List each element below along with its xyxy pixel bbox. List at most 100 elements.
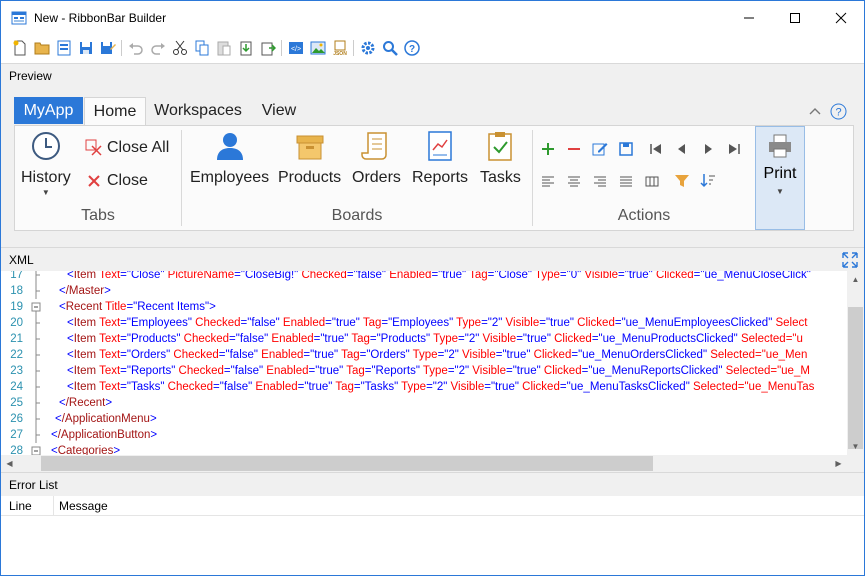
cut-icon[interactable] [170, 38, 189, 58]
fold-toggle-icon[interactable] [29, 443, 43, 455]
ribbon-help-icon[interactable]: ? [829, 102, 847, 120]
previous-record-icon[interactable] [673, 140, 691, 158]
xml-line[interactable]: 25 </Recent> [1, 395, 847, 411]
group-actions: Actions [533, 126, 755, 230]
line-number: 23 [10, 365, 23, 377]
xml-code: <Item Text="Employees" Checked="false" E… [67, 317, 808, 329]
align-center-icon[interactable] [565, 172, 583, 190]
last-record-icon[interactable] [725, 140, 743, 158]
horizontal-scrollbar[interactable]: ◀ ▶ [1, 455, 847, 472]
minimize-button[interactable] [726, 1, 772, 35]
print-button[interactable]: Print ▼ [755, 126, 805, 230]
svg-text:</>: </> [290, 46, 300, 53]
print-label: Print [763, 165, 797, 182]
redo-icon[interactable] [148, 38, 167, 58]
scroll-right-icon[interactable]: ▶ [830, 455, 847, 472]
copy-icon[interactable] [192, 38, 211, 58]
tab-view[interactable]: View [252, 97, 306, 125]
xml-line[interactable]: 22 <Item Text="Orders" Checked="false" En… [1, 347, 847, 363]
open-template-icon[interactable] [54, 38, 73, 58]
scroll-down-icon[interactable]: ▼ [847, 438, 864, 455]
products-button[interactable]: Products [278, 130, 341, 187]
search-icon[interactable] [380, 38, 399, 58]
fold-guide [29, 347, 43, 363]
fold-toggle-icon[interactable] [29, 299, 43, 315]
import-icon[interactable] [236, 38, 255, 58]
xml-line[interactable]: 27 </ApplicationButton> [1, 427, 847, 443]
scroll-up-icon[interactable]: ▲ [847, 271, 864, 288]
xml-line[interactable]: 20 <Item Text="Employees" Checked="false"… [1, 315, 847, 331]
employees-button[interactable]: Employees [190, 130, 269, 187]
xml-line[interactable]: 26 </ApplicationMenu> [1, 411, 847, 427]
xml-header-label: XML [9, 253, 34, 267]
image-icon[interactable] [308, 38, 327, 58]
column-width-icon[interactable] [643, 172, 661, 190]
close-window-button[interactable] [818, 1, 864, 35]
sort-icon[interactable] [699, 172, 717, 190]
person-icon [214, 130, 246, 165]
toolbar-separator [353, 40, 354, 56]
vertical-scroll-thumb[interactable] [848, 307, 863, 449]
maximize-button[interactable] [772, 1, 818, 35]
add-icon[interactable] [539, 140, 557, 158]
expand-icon[interactable] [842, 252, 858, 268]
history-button[interactable]: History ▼ [21, 130, 71, 197]
tasks-button[interactable]: Tasks [480, 130, 521, 187]
settings-icon[interactable] [358, 38, 377, 58]
paste-icon[interactable] [214, 38, 233, 58]
line-number: 22 [10, 349, 23, 361]
xml-line[interactable]: 17 <Item Text="Close" PictureName="CloseB… [1, 271, 847, 283]
tab-home[interactable]: Home [84, 97, 146, 125]
edit-icon[interactable] [591, 140, 609, 158]
fold-guide [29, 283, 43, 299]
app-menu-button[interactable]: MyApp [14, 97, 83, 124]
save-record-icon[interactable] [617, 140, 635, 158]
clock-icon [30, 130, 62, 165]
app-icon [11, 10, 27, 26]
help-icon[interactable]: ? [402, 38, 421, 58]
report-chart-icon [424, 130, 456, 165]
scroll-corner [847, 455, 864, 472]
tasks-label: Tasks [480, 169, 521, 186]
first-record-icon[interactable] [647, 140, 665, 158]
fold-guide [29, 271, 43, 283]
xml-view-icon[interactable]: </> [286, 38, 305, 58]
xml-editor[interactable]: 17 <Item Text="Close" PictureName="CloseB… [1, 271, 864, 455]
xml-line[interactable]: 21 <Item Text="Products" Checked="false" … [1, 331, 847, 347]
close-button[interactable]: Close [85, 172, 148, 190]
justify-icon[interactable] [617, 172, 635, 190]
collapse-ribbon-icon[interactable] [806, 102, 824, 120]
xml-line[interactable]: 19 <Recent Title="Recent Items"> [1, 299, 847, 315]
new-icon[interactable] [10, 38, 29, 58]
xml-line[interactable]: 18 </Master> [1, 283, 847, 299]
undo-icon[interactable] [126, 38, 145, 58]
xml-code: <Item Text="Close" PictureName="CloseBig… [67, 271, 811, 281]
ribbon-tab-strip: MyApp Home Workspaces View ? [14, 97, 854, 126]
column-header-message[interactable]: Message [59, 499, 108, 513]
close-all-button[interactable]: Close All [85, 139, 169, 157]
orders-button[interactable]: Orders [352, 130, 401, 187]
xml-line[interactable]: 24 <Item Text="Tasks" Checked="false" Ena… [1, 379, 847, 395]
remove-icon[interactable] [565, 140, 583, 158]
xml-line[interactable]: 28 <Categories> [1, 443, 847, 455]
tab-workspaces[interactable]: Workspaces [150, 97, 246, 125]
chevron-down-icon: ▼ [41, 188, 50, 197]
save-icon[interactable] [76, 38, 95, 58]
vertical-scrollbar[interactable]: ▲ ▼ [847, 271, 864, 455]
svg-text:?: ? [408, 44, 414, 55]
group-boards: Employees Products Orders Reports Tasks [182, 126, 532, 230]
next-record-icon[interactable] [699, 140, 717, 158]
json-icon[interactable]: JSON [330, 38, 349, 58]
align-right-icon[interactable] [591, 172, 609, 190]
align-left-icon[interactable] [539, 172, 557, 190]
close-all-icon [85, 139, 103, 157]
filter-icon[interactable] [673, 172, 691, 190]
export-icon[interactable] [258, 38, 277, 58]
open-icon[interactable] [32, 38, 51, 58]
horizontal-scroll-thumb[interactable] [41, 456, 653, 471]
xml-line[interactable]: 23 <Item Text="Reports" Checked="false" E… [1, 363, 847, 379]
reports-button[interactable]: Reports [412, 130, 468, 187]
scroll-left-icon[interactable]: ◀ [1, 455, 18, 472]
save-as-icon[interactable] [98, 38, 117, 58]
column-header-line[interactable]: Line [9, 499, 32, 513]
